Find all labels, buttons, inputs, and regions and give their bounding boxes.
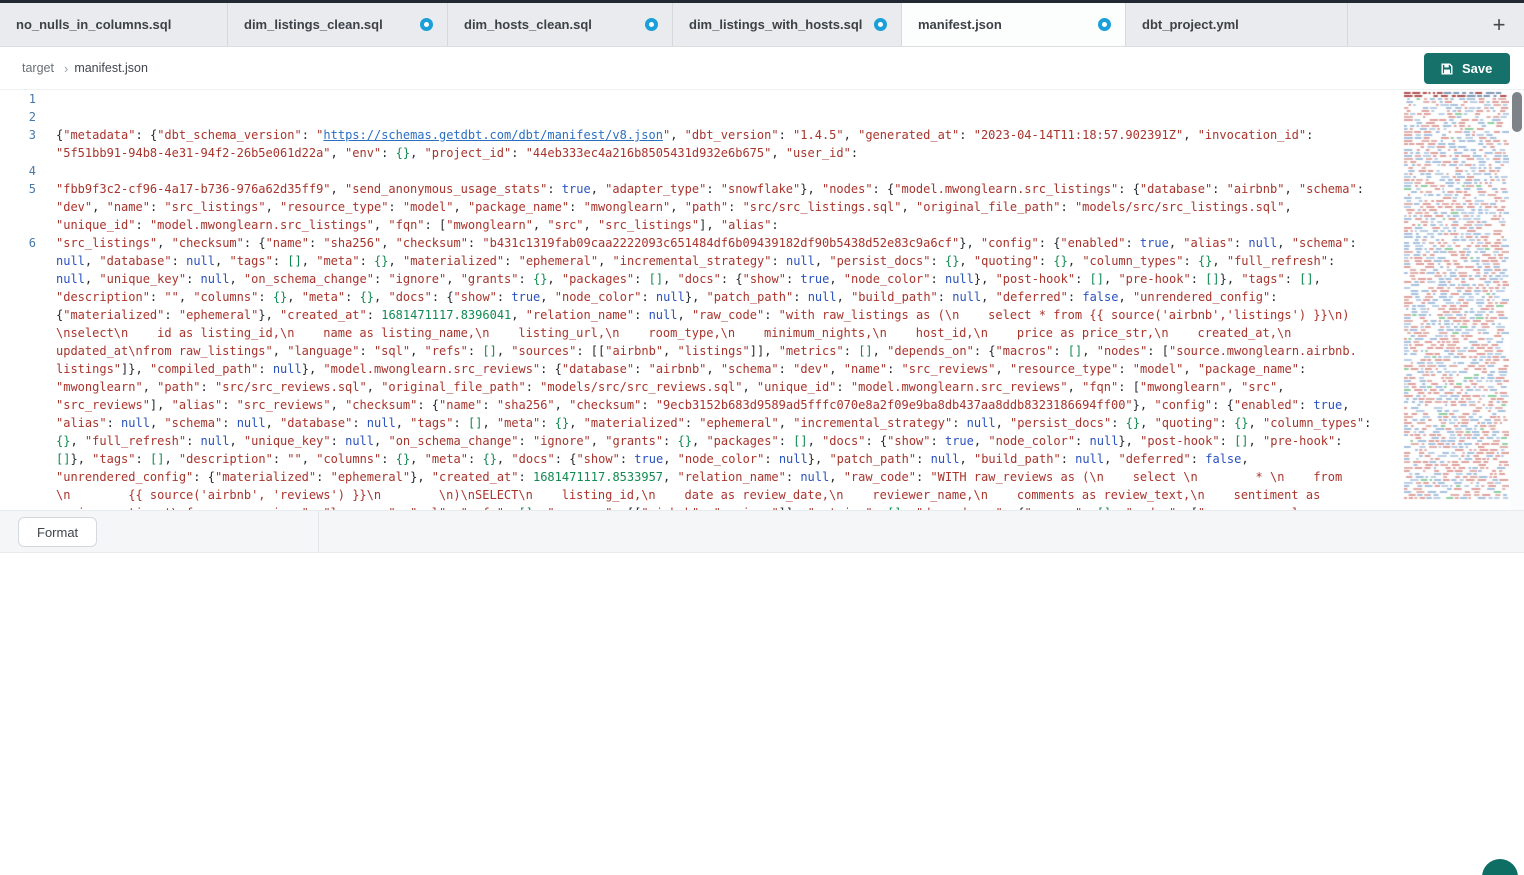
tab-label: no_nulls_in_columns.sql: [16, 17, 171, 32]
floppy-disk-icon: [1440, 62, 1454, 76]
line-number: 6: [0, 234, 46, 510]
tab-dim-hosts-clean[interactable]: dim_hosts_clean.sql: [448, 3, 673, 46]
code-text[interactable]: [46, 90, 56, 108]
tab-dbt-project-yml[interactable]: dbt_project.yml: [1126, 3, 1348, 46]
save-button[interactable]: Save: [1424, 53, 1510, 84]
ide-window: no_nulls_in_columns.sql dim_listings_cle…: [0, 0, 1524, 875]
line-number: 3: [0, 126, 46, 162]
chevron-right-icon: ›: [64, 61, 68, 76]
minimap[interactable]: [1401, 90, 1509, 508]
tab-label: dim_hosts_clean.sql: [464, 17, 592, 32]
code-line: 2: [0, 108, 1400, 126]
line-number: 2: [0, 108, 46, 126]
breadcrumb-folder: target: [22, 61, 54, 75]
code-line: 5"fbb9f3c2-cf96-4a17-b736-976a62d35ff9",…: [0, 180, 1400, 234]
editor-footer-bar: Format: [0, 510, 1524, 553]
tab-label: manifest.json: [918, 17, 1002, 32]
results-panel: [0, 553, 1524, 875]
tab-label: dim_listings_clean.sql: [244, 17, 383, 32]
unsaved-indicator-icon[interactable]: [645, 18, 658, 31]
tab-label: dbt_project.yml: [1142, 17, 1239, 32]
code-line: 6"src_listings", "checksum": {"name": "s…: [0, 234, 1400, 510]
code-area[interactable]: 123{"metadata": {"dbt_schema_version": "…: [0, 90, 1400, 510]
breadcrumb-file: manifest.json: [74, 61, 148, 75]
breadcrumb: target › manifest.json: [22, 61, 148, 76]
plus-icon: +: [1493, 12, 1506, 38]
code-editor[interactable]: 123{"metadata": {"dbt_schema_version": "…: [0, 90, 1524, 510]
line-number: 5: [0, 180, 46, 234]
tab-bar: no_nulls_in_columns.sql dim_listings_cle…: [0, 3, 1524, 47]
tab-dim-listings-clean[interactable]: dim_listings_clean.sql: [228, 3, 448, 46]
save-button-label: Save: [1462, 61, 1492, 76]
unsaved-indicator-icon[interactable]: [420, 18, 433, 31]
code-text[interactable]: "src_listings", "checksum": {"name": "sh…: [46, 234, 1371, 510]
new-tab-button[interactable]: +: [1482, 7, 1516, 43]
panel-divider: [318, 511, 319, 552]
breadcrumb-bar: target › manifest.json Save: [0, 47, 1524, 90]
code-text[interactable]: {"metadata": {"dbt_schema_version": "htt…: [46, 126, 1313, 162]
editor-scrollbar[interactable]: [1510, 90, 1524, 510]
code-line: 1: [0, 90, 1400, 108]
tab-no-nulls-in-columns[interactable]: no_nulls_in_columns.sql: [0, 3, 228, 46]
tab-dim-listings-with-hosts[interactable]: dim_listings_with_hosts.sql: [673, 3, 902, 46]
code-text[interactable]: "fbb9f3c2-cf96-4a17-b736-976a62d35ff9", …: [46, 180, 1364, 234]
code-text[interactable]: [46, 108, 56, 126]
tab-label: dim_listings_with_hosts.sql: [689, 17, 862, 32]
unsaved-indicator-icon[interactable]: [1098, 18, 1111, 31]
unsaved-indicator-icon[interactable]: [874, 18, 887, 31]
format-button[interactable]: Format: [18, 517, 97, 547]
code-line: 4: [0, 162, 1400, 180]
code-line: 3{"metadata": {"dbt_schema_version": "ht…: [0, 126, 1400, 162]
scrollbar-thumb[interactable]: [1512, 92, 1522, 132]
line-number: 4: [0, 162, 46, 180]
code-text[interactable]: [46, 162, 56, 180]
tab-manifest-json[interactable]: manifest.json: [902, 3, 1126, 46]
line-number: 1: [0, 90, 46, 108]
